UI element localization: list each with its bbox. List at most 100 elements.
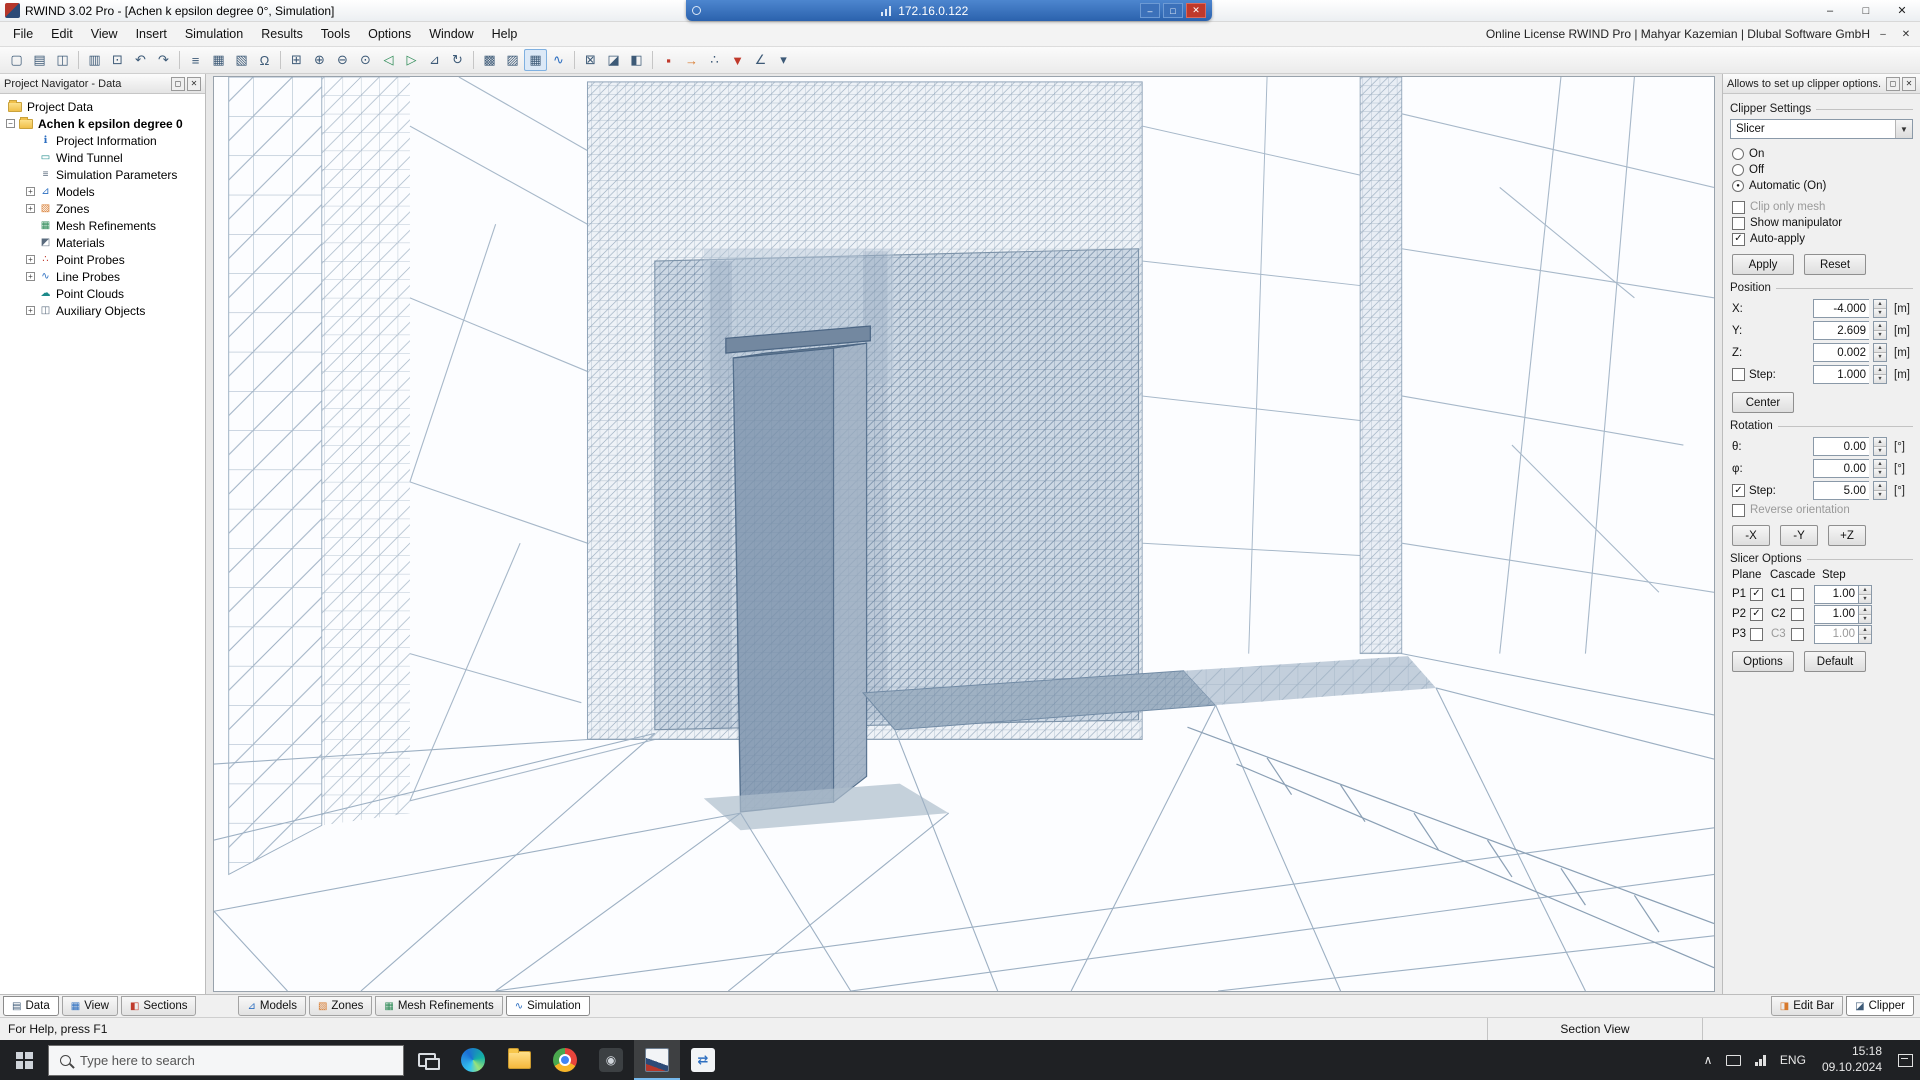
radio-icon[interactable]: ●: [1732, 180, 1744, 192]
probe-icon[interactable]: ∴: [703, 49, 726, 71]
tab-view[interactable]: ▦ View: [61, 996, 118, 1016]
wind-direction-icon[interactable]: →: [680, 49, 703, 71]
rotate-minus-y-button[interactable]: -Y: [1780, 525, 1818, 546]
zoom-window-icon[interactable]: ⊞: [285, 49, 308, 71]
measure-icon[interactable]: ∠: [749, 49, 772, 71]
stop-simulation-icon[interactable]: ▪: [657, 49, 680, 71]
tab-data[interactable]: ▤ Data: [3, 996, 59, 1016]
separator[interactable]: [78, 51, 79, 69]
taskbar-edge[interactable]: [450, 1040, 496, 1080]
tree-root-project-data[interactable]: Project Data: [0, 98, 205, 115]
spinner[interactable]: ▲ ▼: [1873, 365, 1887, 384]
slicer-plane-icon[interactable]: ◪: [602, 49, 625, 71]
position-step-input[interactable]: 1.000: [1813, 365, 1869, 384]
nav-project-information[interactable]: ℹ Project Information: [0, 132, 205, 149]
menu-edit[interactable]: Edit: [42, 23, 82, 45]
step-checkbox[interactable]: [1732, 368, 1745, 381]
plane-checkbox[interactable]: ✓: [1750, 607, 1763, 621]
separator[interactable]: [473, 51, 474, 69]
slicer-type-dropdown[interactable]: Slicer ▼: [1730, 119, 1913, 139]
checkbox-icon[interactable]: [1732, 216, 1745, 230]
next-view-icon[interactable]: ▷: [400, 49, 423, 71]
options-button[interactable]: Options: [1732, 651, 1794, 672]
position-x-input[interactable]: -4.000: [1813, 299, 1869, 318]
rotation-phi-input[interactable]: 0.00: [1813, 459, 1869, 478]
solid-mode-icon[interactable]: ▨: [501, 49, 524, 71]
spinner[interactable]: ▲ ▼: [1858, 584, 1872, 604]
tab-simulation[interactable]: ∿ Simulation: [505, 996, 590, 1016]
options-dropdown-icon[interactable]: ▾: [772, 49, 795, 71]
step-checkbox[interactable]: ✓: [1732, 484, 1745, 497]
menu-window[interactable]: Window: [420, 23, 482, 45]
minimize-button[interactable]: –: [1812, 0, 1848, 21]
expand-icon[interactable]: +: [26, 255, 35, 264]
step-input[interactable]: 1.00 ▲ ▼: [1814, 604, 1872, 624]
clipping-box-icon[interactable]: ⊠: [579, 49, 602, 71]
nav-materials[interactable]: ◩ Materials: [0, 234, 205, 251]
project-navigator-icon[interactable]: ≡: [184, 49, 207, 71]
new-file-icon[interactable]: ▢: [5, 49, 28, 71]
center-button[interactable]: Center: [1732, 392, 1794, 413]
checkbox-icon[interactable]: ✓: [1732, 232, 1745, 246]
remote-minimize-button[interactable]: –: [1140, 3, 1160, 18]
wireframe-mode-icon[interactable]: ▩: [478, 49, 501, 71]
remote-close-button[interactable]: ✕: [1186, 3, 1206, 18]
spinner[interactable]: ▲ ▼: [1873, 459, 1887, 478]
checkbox-icon[interactable]: [1732, 200, 1745, 214]
step-input[interactable]: 1.00 ▲ ▼: [1814, 584, 1872, 604]
start-button[interactable]: [0, 1040, 48, 1080]
menu-help[interactable]: Help: [483, 23, 527, 45]
apply-button[interactable]: Apply: [1732, 254, 1794, 275]
spinner[interactable]: ▲ ▼: [1873, 481, 1887, 500]
separator[interactable]: [280, 51, 281, 69]
close-button[interactable]: ✕: [1884, 0, 1920, 21]
zoom-all-icon[interactable]: ⊙: [354, 49, 377, 71]
open-file-icon[interactable]: ▤: [28, 49, 51, 71]
tables-icon[interactable]: ▦: [207, 49, 230, 71]
units-icon[interactable]: Ω: [253, 49, 276, 71]
nav-point-probes[interactable]: + ∴ Point Probes: [0, 251, 205, 268]
radio-off[interactable]: Off: [1730, 162, 1913, 178]
nav-point-clouds[interactable]: ☁ Point Clouds: [0, 285, 205, 302]
tray-monitor-icon[interactable]: [1719, 1040, 1748, 1080]
expand-icon[interactable]: +: [26, 306, 35, 315]
print-icon[interactable]: ▥: [83, 49, 106, 71]
task-view-button[interactable]: [404, 1040, 450, 1080]
remote-restore-button[interactable]: □: [1163, 3, 1183, 18]
copy-icon[interactable]: ⊡: [106, 49, 129, 71]
nav-auxiliary-objects[interactable]: + ◫ Auxiliary Objects: [0, 302, 205, 319]
radio-icon[interactable]: [1732, 148, 1744, 160]
spinner[interactable]: ▲ ▼: [1858, 604, 1872, 624]
rotation-theta-input[interactable]: 0.00: [1813, 437, 1869, 456]
tray-network-icon[interactable]: [1748, 1040, 1773, 1080]
chevron-down-icon[interactable]: ▼: [1895, 120, 1912, 138]
close-icon[interactable]: ✕: [1902, 76, 1916, 91]
tab-edit-bar[interactable]: ◨ Edit Bar: [1770, 996, 1844, 1016]
menu-results[interactable]: Results: [252, 23, 312, 45]
chevron-up-icon[interactable]: ∧: [1697, 1040, 1720, 1080]
expand-icon[interactable]: +: [26, 204, 35, 213]
mesh-view-icon[interactable]: ▦: [524, 49, 547, 71]
tab-zones[interactable]: ▧ Zones: [308, 996, 373, 1016]
menu-options[interactable]: Options: [359, 23, 420, 45]
restore-button[interactable]: □: [1848, 0, 1884, 21]
taskbar-rwind[interactable]: [634, 1040, 680, 1080]
streamlines-icon[interactable]: ∿: [547, 49, 570, 71]
previous-view-icon[interactable]: ◁: [377, 49, 400, 71]
tree-project-node[interactable]: − Achen k epsilon degree 0: [0, 115, 205, 132]
language-indicator[interactable]: ENG: [1773, 1040, 1813, 1080]
taskbar-converter-app[interactable]: ⇄: [680, 1040, 726, 1080]
separator[interactable]: [574, 51, 575, 69]
pin-icon[interactable]: ◻: [171, 76, 185, 91]
menu-tools[interactable]: Tools: [312, 23, 359, 45]
spinner[interactable]: ▲ ▼: [1873, 299, 1887, 318]
tab-models[interactable]: ⊿ Models: [238, 996, 306, 1016]
tab-clipper[interactable]: ◪ Clipper: [1846, 996, 1914, 1016]
plane-checkbox[interactable]: [1750, 627, 1763, 641]
pin-icon[interactable]: ◻: [1886, 76, 1900, 91]
menu-insert[interactable]: Insert: [127, 23, 176, 45]
check-show-manipulator[interactable]: Show manipulator: [1730, 215, 1913, 231]
reset-button[interactable]: Reset: [1804, 254, 1866, 275]
nav-line-probes[interactable]: + ∿ Line Probes: [0, 268, 205, 285]
tab-sections[interactable]: ◧ Sections: [120, 996, 197, 1016]
